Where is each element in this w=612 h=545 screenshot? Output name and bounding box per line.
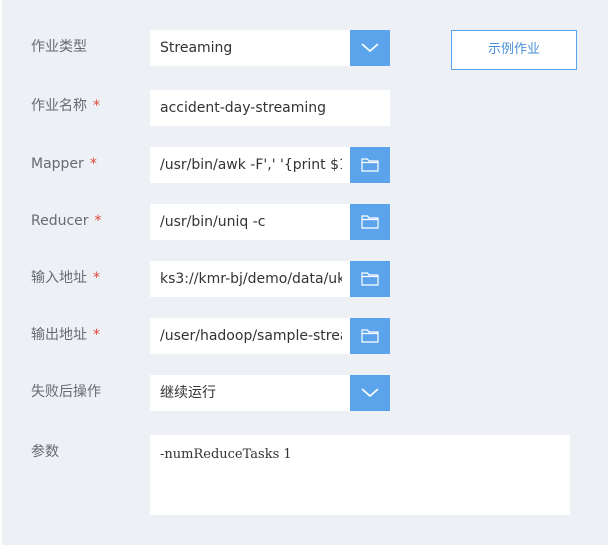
- input-path-label: 输入地址 *: [31, 270, 100, 286]
- job-name-input[interactable]: accident-day-streaming: [150, 90, 390, 126]
- job-type-value: Streaming: [160, 40, 233, 56]
- input-path-input[interactable]: ks3://kmr-bj/demo/data/uk_accidents.csv: [150, 261, 390, 297]
- job-form-panel: 作业类型 Streaming 示例作业 作业名称 * accident-day-s…: [2, 0, 608, 545]
- reducer-label: Reducer *: [31, 213, 102, 229]
- output-path-label: 输出地址 *: [31, 327, 100, 343]
- output-path-value: /user/hadoop/sample-streaming-output: [160, 328, 342, 344]
- required-marker: *: [93, 98, 100, 114]
- reducer-input[interactable]: /usr/bin/uniq -c: [150, 204, 390, 240]
- mapper-value: /usr/bin/awk -F',' '{print $10}': [160, 157, 342, 173]
- job-name-value: accident-day-streaming: [160, 100, 327, 116]
- params-textarea[interactable]: -numReduceTasks 1: [150, 435, 570, 515]
- job-name-label: 作业名称 *: [31, 98, 100, 114]
- on-failure-label: 失败后操作: [31, 384, 101, 400]
- chevron-down-icon: [361, 43, 379, 53]
- input-path-value: ks3://kmr-bj/demo/data/uk_accidents.csv: [160, 271, 342, 287]
- input-path-browse-button[interactable]: [350, 261, 390, 297]
- on-failure-dropdown-button[interactable]: [350, 375, 390, 411]
- params-value: -numReduceTasks 1: [160, 447, 292, 462]
- reducer-browse-button[interactable]: [350, 204, 390, 240]
- chevron-down-icon: [361, 388, 379, 398]
- example-job-button[interactable]: 示例作业: [451, 30, 577, 70]
- job-type-dropdown-button[interactable]: [350, 30, 390, 66]
- folder-icon: [361, 329, 379, 343]
- on-failure-value: 继续运行: [160, 385, 216, 401]
- on-failure-select[interactable]: 继续运行: [150, 375, 390, 411]
- required-marker: *: [93, 270, 100, 286]
- folder-icon: [361, 215, 379, 229]
- params-label: 参数: [31, 444, 59, 460]
- required-marker: *: [93, 327, 100, 343]
- output-path-input[interactable]: /user/hadoop/sample-streaming-output: [150, 318, 390, 354]
- folder-icon: [361, 158, 379, 172]
- folder-icon: [361, 272, 379, 286]
- mapper-label: Mapper *: [31, 156, 97, 172]
- mapper-input[interactable]: /usr/bin/awk -F',' '{print $10}': [150, 147, 390, 183]
- required-marker: *: [89, 156, 97, 172]
- mapper-browse-button[interactable]: [350, 147, 390, 183]
- reducer-value: /usr/bin/uniq -c: [160, 214, 266, 230]
- job-type-select[interactable]: Streaming: [150, 30, 390, 66]
- job-type-label: 作业类型: [31, 39, 87, 55]
- required-marker: *: [94, 213, 102, 229]
- output-path-browse-button[interactable]: [350, 318, 390, 354]
